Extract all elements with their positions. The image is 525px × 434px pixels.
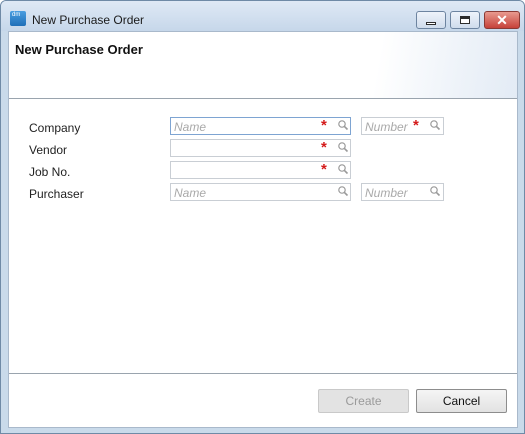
- company-name-placeholder: Name: [174, 120, 207, 134]
- dialog-window: dm New Purchase Order ✕ New Purchase Ord…: [0, 0, 525, 434]
- header-divider: [9, 98, 517, 99]
- job-no-input[interactable]: *: [170, 161, 351, 179]
- search-icon[interactable]: [337, 141, 349, 153]
- purchaser-name-placeholder: Name: [174, 186, 207, 200]
- required-icon: *: [321, 117, 327, 134]
- vendor-input[interactable]: *: [170, 139, 351, 157]
- title-bar[interactable]: dm New Purchase Order ✕: [1, 1, 524, 31]
- required-icon: *: [321, 161, 327, 178]
- minimize-button[interactable]: [416, 11, 446, 29]
- search-icon[interactable]: [337, 163, 349, 175]
- company-name-input[interactable]: Name *: [170, 117, 351, 135]
- job-no-label: Job No.: [29, 165, 71, 179]
- footer-divider: [9, 373, 517, 374]
- search-icon[interactable]: [337, 119, 349, 131]
- app-icon-text: dm: [12, 12, 21, 18]
- header-band: New Purchase Order: [9, 32, 517, 98]
- minimize-icon: [426, 21, 436, 25]
- maximize-button[interactable]: [450, 11, 480, 29]
- search-icon[interactable]: [429, 185, 441, 197]
- page-title: New Purchase Order: [15, 42, 143, 57]
- close-button[interactable]: ✕: [484, 11, 520, 29]
- search-icon[interactable]: [337, 185, 349, 197]
- search-icon[interactable]: [429, 119, 441, 131]
- create-button[interactable]: Create: [318, 389, 409, 413]
- window-title: New Purchase Order: [32, 13, 145, 27]
- dialog-content: New Purchase Order Company Name * Number…: [8, 31, 518, 428]
- company-label: Company: [29, 121, 81, 135]
- app-icon: dm: [10, 11, 26, 26]
- required-icon: *: [321, 139, 327, 156]
- company-number-placeholder: Number: [365, 120, 408, 134]
- purchaser-label: Purchaser: [29, 187, 84, 201]
- vendor-label: Vendor: [29, 143, 68, 157]
- close-icon: ✕: [496, 12, 508, 28]
- purchaser-name-input[interactable]: Name: [170, 183, 351, 201]
- required-icon: *: [413, 117, 419, 134]
- maximize-icon: [460, 16, 470, 24]
- purchaser-number-placeholder: Number: [365, 186, 408, 200]
- purchaser-number-input[interactable]: Number: [361, 183, 444, 201]
- cancel-button[interactable]: Cancel: [416, 389, 507, 413]
- company-number-input[interactable]: Number *: [361, 117, 444, 135]
